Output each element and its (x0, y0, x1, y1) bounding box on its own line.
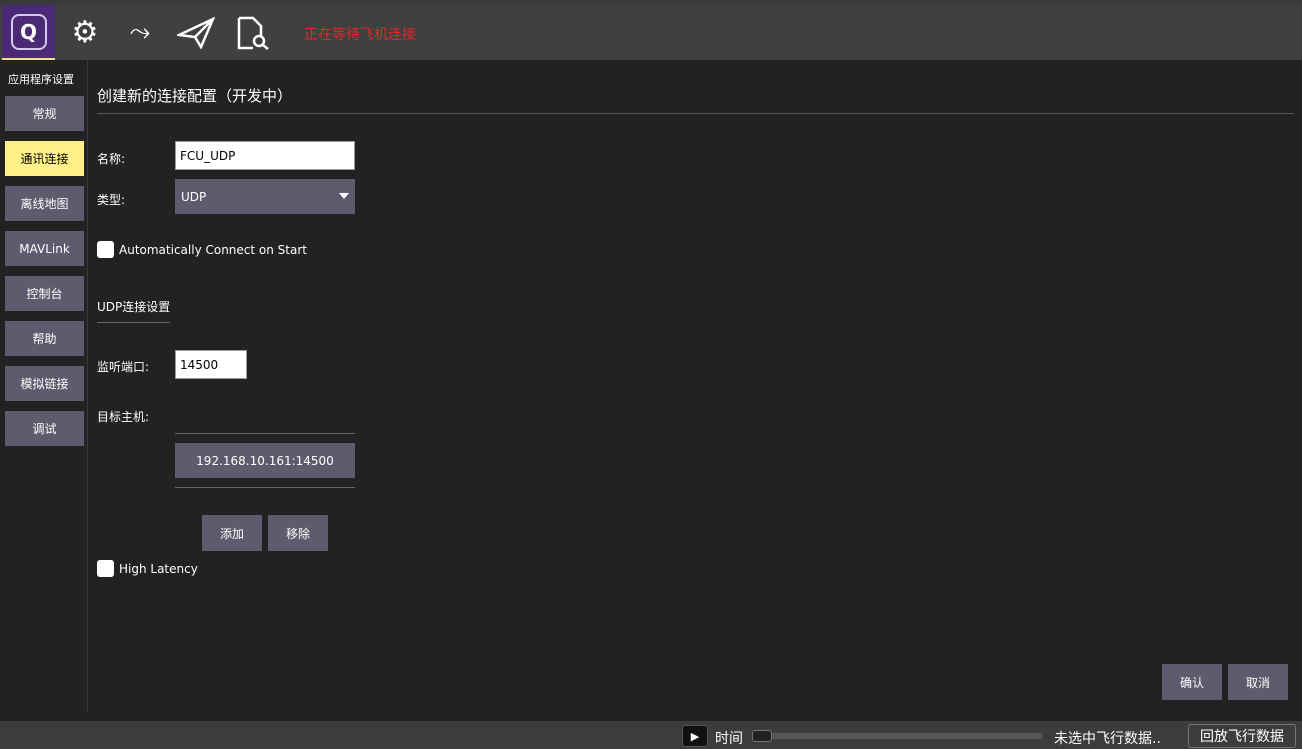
name-input[interactable]: FCU_UDP (175, 141, 355, 170)
type-select[interactable]: UDP (175, 179, 355, 214)
sidebar-item-mock-link[interactable]: 模拟链接 (5, 366, 84, 401)
page-title: 创建新的连接配置（开发中） (97, 87, 293, 105)
plan-route-icon[interactable]: ⤳ (114, 5, 166, 60)
checkbox-box[interactable] (97, 241, 114, 258)
sidebar-item-debug[interactable]: 调试 (5, 411, 84, 446)
name-label: 名称: (97, 152, 126, 166)
sidebar-item-offline-maps[interactable]: 离线地图 (5, 186, 84, 221)
fly-paper-plane-icon[interactable] (170, 5, 222, 60)
sidebar-item-help[interactable]: 帮助 (5, 321, 84, 356)
divider (175, 433, 355, 434)
udp-section-title: UDP连接设置 (97, 300, 171, 314)
toolbar: Q ⚙ ⤳ 正在等待飞机连接 (0, 5, 1302, 60)
divider (175, 487, 355, 488)
checkbox-box[interactable] (97, 560, 114, 577)
auto-connect-label: Automatically Connect on Start (119, 242, 307, 257)
high-latency-checkbox[interactable]: High Latency (97, 560, 198, 577)
type-label: 类型: (97, 193, 126, 207)
no-flight-data-label: 未选中飞行数据.. (1054, 731, 1161, 747)
auto-connect-checkbox[interactable]: Automatically Connect on Start (97, 241, 307, 258)
chevron-down-icon (339, 193, 349, 199)
sidebar-item-general[interactable]: 常规 (5, 96, 84, 131)
ok-button[interactable]: 确认 (1162, 664, 1222, 700)
target-host-item[interactable]: 192.168.10.161:14500 (175, 443, 355, 478)
playback-bar: ▶ 时间 未选中飞行数据.. 回放飞行数据 (0, 721, 1302, 749)
qgc-logo-icon[interactable]: Q (2, 5, 55, 60)
divider (97, 322, 170, 323)
time-label: 时间 (715, 731, 743, 747)
slider-handle[interactable] (752, 730, 772, 742)
sidebar-title: 应用程序设置 (8, 73, 74, 86)
port-input[interactable]: 14500 (175, 350, 247, 379)
sidebar-item-comm-links[interactable]: 通讯连接 (5, 141, 84, 176)
play-button[interactable]: ▶ (682, 725, 708, 747)
connection-status: 正在等待飞机连接 (304, 27, 416, 43)
sidebar-item-mavlink[interactable]: MAVLink (5, 231, 84, 266)
remove-host-button[interactable]: 移除 (268, 515, 328, 551)
divider (97, 113, 1294, 114)
port-label: 监听端口: (97, 360, 150, 374)
settings-gears-icon[interactable]: ⚙ (59, 5, 111, 60)
cancel-button[interactable]: 取消 (1228, 664, 1288, 700)
replay-flight-data-button[interactable]: 回放飞行数据 (1188, 724, 1296, 748)
sidebar: 应用程序设置 常规 通讯连接 离线地图 MAVLink 控制台 帮助 模拟链接 … (0, 60, 88, 712)
add-host-button[interactable]: 添加 (202, 515, 262, 551)
time-slider[interactable] (752, 733, 1042, 739)
type-value: UDP (181, 189, 207, 204)
sidebar-item-console[interactable]: 控制台 (5, 276, 84, 311)
high-latency-label: High Latency (119, 561, 198, 576)
analyze-document-icon[interactable] (226, 5, 278, 60)
target-hosts-label: 目标主机: (97, 410, 150, 424)
